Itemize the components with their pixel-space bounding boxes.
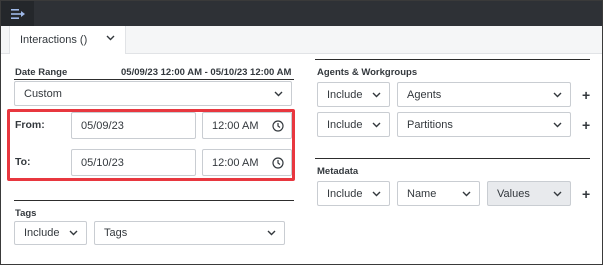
agents-select[interactable]: Agents [397,82,571,107]
chevron-down-icon [553,191,562,196]
expand-menu-button[interactable] [1,1,34,26]
highlight-box [7,109,295,181]
metadata-name-value: Name [407,187,437,200]
top-bar [1,1,602,26]
date-range-divider [14,79,294,80]
chevron-down-icon [274,91,283,96]
partitions-select[interactable]: Partitions [397,112,571,137]
date-range-label: Date Range [15,67,68,78]
date-range-preset-value: Custom [24,87,62,100]
agents-mode-value: Include [327,88,363,101]
tags-divider [14,200,294,201]
add-partition-button[interactable]: + [582,118,590,132]
chevron-down-icon [372,191,381,196]
agents-workgroups-label: Agents & Workgroups [317,67,418,78]
tags-mode-select[interactable]: Include [14,221,87,245]
metadata-mode-value: Include [327,187,363,200]
date-range-value: 05/09/23 12:00 AM - 05/10/23 12:00 AM [121,67,292,78]
agents-mode-select[interactable]: Include [317,82,390,107]
app-frame: Interactions () Date Range 05/09/23 12:0… [0,0,603,265]
metadata-mode-select[interactable]: Include [317,181,390,206]
agents-top-divider [315,59,590,60]
chevron-down-icon [553,92,562,97]
chevron-down-icon [372,122,381,127]
metadata-divider [315,158,590,159]
tags-value: Tags [104,227,128,239]
chevron-down-icon [267,230,276,236]
partitions-mode-select[interactable]: Include [317,112,390,137]
chevron-down-icon [372,92,381,97]
metadata-values-value: Values [497,187,530,200]
date-range-preset-select[interactable]: Custom [14,81,292,106]
tags-select[interactable]: Tags [94,221,285,245]
chevron-down-icon [462,191,471,196]
expand-menu-icon [10,8,25,19]
metadata-values-select[interactable]: Values [487,181,571,206]
agents-value: Agents [407,88,442,101]
metadata-name-select[interactable]: Name [397,181,480,206]
tab-label: Interactions () [20,34,88,46]
tags-mode-value: Include [24,227,60,239]
partitions-mode-value: Include [327,118,363,131]
tab-interactions[interactable]: Interactions () [9,26,126,54]
chevron-down-icon [553,122,562,127]
chevron-down-icon [69,230,78,236]
partitions-value: Partitions [407,118,453,131]
add-agent-button[interactable]: + [582,88,590,102]
tags-label: Tags [15,208,37,219]
metadata-label: Metadata [317,166,359,177]
add-metadata-button[interactable]: + [582,187,590,201]
tab-bar: Interactions () [1,26,602,54]
chevron-down-icon [106,35,115,41]
